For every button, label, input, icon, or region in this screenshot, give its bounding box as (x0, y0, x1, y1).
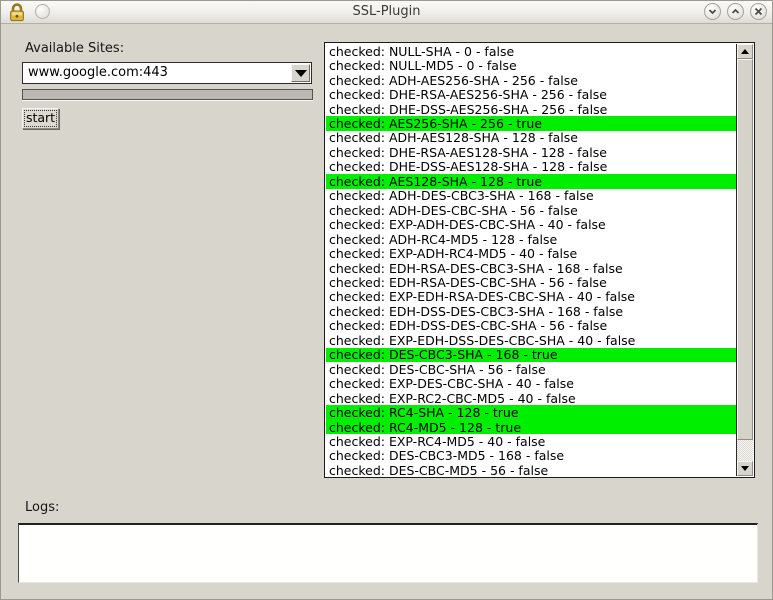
scroll-down-icon (741, 466, 749, 471)
maximize-button[interactable] (727, 3, 744, 20)
list-item[interactable]: checked: RC4-MD5 - 128 - true (326, 420, 736, 434)
list-item[interactable]: checked: EDH-DSS-DES-CBC-SHA - 56 - fals… (326, 319, 736, 333)
cipher-results-listbox: checked: NULL-SHA - 0 - falsechecked: NU… (324, 42, 755, 478)
list-item[interactable]: checked: EDH-RSA-DES-CBC-SHA - 56 - fals… (326, 275, 736, 289)
chevron-up-icon (731, 7, 740, 16)
list-item[interactable]: checked: EXP-DES-CBC-SHA - 40 - false (326, 376, 736, 390)
dropdown-arrow-icon (295, 70, 307, 77)
list-item[interactable]: checked: DHE-DSS-AES128-SHA - 128 - fals… (326, 160, 736, 174)
list-item[interactable]: checked: EXP-EDH-DSS-DES-CBC-SHA - 40 - … (326, 333, 736, 347)
scrollbar-thumb[interactable] (737, 59, 753, 440)
list-item[interactable]: checked: AES256-SHA - 256 - true (326, 116, 736, 130)
list-item[interactable]: checked: ADH-DES-CBC-SHA - 56 - false (326, 203, 736, 217)
list-item[interactable]: checked: ADH-AES128-SHA - 128 - false (326, 131, 736, 145)
titlebar[interactable]: SSL-Plugin (1, 1, 772, 24)
list-item[interactable]: checked: EXP-ADH-DES-CBC-SHA - 40 - fals… (326, 217, 736, 231)
list-item[interactable]: checked: AES128-SHA - 128 - true (326, 174, 736, 188)
list-item[interactable]: checked: ADH-DES-CBC3-SHA - 168 - false (326, 189, 736, 203)
sites-combobox-value: www.google.com:443 (23, 63, 290, 83)
scroll-up-button[interactable] (737, 44, 753, 59)
window-title: SSL-Plugin (1, 1, 772, 23)
close-button[interactable] (750, 3, 767, 20)
cipher-list[interactable]: checked: NULL-SHA - 0 - falsechecked: NU… (326, 44, 736, 476)
start-button[interactable]: start (22, 108, 59, 129)
minimize-button[interactable] (704, 3, 721, 20)
logs-textarea[interactable] (18, 523, 758, 583)
chevron-down-icon (708, 7, 717, 16)
list-item[interactable]: checked: DES-CBC-MD5 - 56 - false (326, 463, 736, 476)
window-controls (704, 3, 767, 20)
list-item[interactable]: checked: NULL-MD5 - 0 - false (326, 58, 736, 72)
list-item[interactable]: checked: DES-CBC3-SHA - 168 - true (326, 348, 736, 362)
list-item[interactable]: checked: EDH-RSA-DES-CBC3-SHA - 168 - fa… (326, 261, 736, 275)
close-icon (754, 7, 763, 16)
sites-combobox[interactable]: www.google.com:443 (22, 62, 312, 84)
list-item[interactable]: checked: DES-CBC-SHA - 56 - false (326, 362, 736, 376)
list-item[interactable]: checked: DHE-DSS-AES256-SHA - 256 - fals… (326, 102, 736, 116)
list-item[interactable]: checked: DHE-RSA-AES256-SHA - 256 - fals… (326, 87, 736, 101)
list-item[interactable]: checked: EXP-RC2-CBC-MD5 - 40 - false (326, 391, 736, 405)
scan-progress-bar (22, 89, 313, 100)
list-item[interactable]: checked: DHE-RSA-AES128-SHA - 128 - fals… (326, 145, 736, 159)
vertical-scrollbar[interactable] (736, 44, 753, 476)
list-item[interactable]: checked: ADH-AES256-SHA - 256 - false (326, 73, 736, 87)
list-item[interactable]: checked: DES-CBC3-MD5 - 168 - false (326, 449, 736, 463)
combobox-dropdown-button[interactable] (291, 64, 310, 82)
available-sites-label: Available Sites: (25, 41, 124, 56)
list-item[interactable]: checked: ADH-RC4-MD5 - 128 - false (326, 232, 736, 246)
list-item[interactable]: checked: NULL-SHA - 0 - false (326, 44, 736, 58)
list-item[interactable]: checked: EXP-EDH-RSA-DES-CBC-SHA - 40 - … (326, 290, 736, 304)
scrollbar-track[interactable] (737, 440, 753, 461)
list-item[interactable]: checked: EXP-ADH-RC4-MD5 - 40 - false (326, 246, 736, 260)
scroll-up-icon (741, 49, 749, 54)
logs-label: Logs: (25, 500, 59, 515)
list-item[interactable]: checked: EXP-RC4-MD5 - 40 - false (326, 434, 736, 448)
scroll-down-button[interactable] (737, 461, 753, 476)
ssl-plugin-window: SSL-Plugin Available Sites: www.google.c… (0, 0, 773, 600)
list-item[interactable]: checked: EDH-DSS-DES-CBC3-SHA - 168 - fa… (326, 304, 736, 318)
list-item[interactable]: checked: RC4-SHA - 128 - true (326, 405, 736, 419)
